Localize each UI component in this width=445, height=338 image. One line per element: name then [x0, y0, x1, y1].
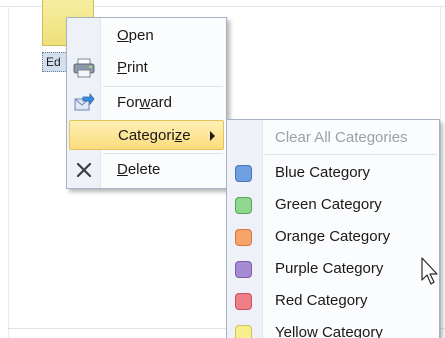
category-item-purple[interactable]: Purple Category	[227, 253, 439, 285]
clear-all-categories-label: Clear All Categories	[275, 129, 408, 146]
menu-item-categorize[interactable]: Categorize	[69, 120, 224, 150]
category-item-green-label: Green Category	[275, 196, 382, 213]
yellow-category-swatch-icon	[235, 325, 252, 338]
submenu-arrow-icon	[210, 131, 215, 141]
printer-icon	[69, 53, 99, 83]
menu-item-open[interactable]: Open	[69, 21, 224, 51]
open-icon-placeholder	[69, 21, 99, 51]
menu-separator	[103, 86, 223, 87]
menu-item-open-label: Open	[117, 27, 154, 44]
categorize-submenu: Clear All Categories Blue Category Green…	[226, 119, 440, 338]
menu-item-delete[interactable]: Delete	[69, 155, 224, 185]
window-right-border	[440, 6, 441, 338]
menu-item-forward-label: Forward	[117, 94, 173, 111]
category-item-red[interactable]: Red Category	[227, 285, 439, 317]
category-item-green[interactable]: Green Category	[227, 189, 439, 221]
blue-category-swatch-icon	[235, 165, 252, 182]
submenu-separator	[265, 154, 437, 155]
category-item-orange-label: Orange Category	[275, 228, 391, 245]
category-item-orange[interactable]: Orange Category	[227, 221, 439, 253]
categorize-icon-placeholder	[70, 120, 100, 150]
category-item-yellow[interactable]: Yellow Category	[227, 317, 439, 338]
red-category-swatch-icon	[235, 293, 252, 310]
window-left-border	[8, 6, 9, 338]
forward-icon	[69, 88, 99, 118]
category-item-yellow-label: Yellow Category	[275, 324, 383, 338]
clear-all-categories-item[interactable]: Clear All Categories	[227, 122, 439, 154]
menu-item-print[interactable]: Print	[69, 53, 224, 83]
purple-category-swatch-icon	[235, 261, 252, 278]
category-item-purple-label: Purple Category	[275, 260, 384, 277]
mouse-pointer-icon	[420, 256, 440, 286]
menu-item-categorize-label: Categorize	[118, 127, 191, 144]
menu-item-print-label: Print	[117, 59, 148, 76]
category-item-blue[interactable]: Blue Category	[227, 157, 439, 189]
delete-x-icon	[69, 155, 99, 185]
category-item-red-label: Red Category	[275, 292, 368, 309]
menu-item-forward[interactable]: Forward	[69, 88, 224, 118]
context-menu: Open Print Forward Categorize Delete	[66, 17, 227, 189]
category-item-blue-label: Blue Category	[275, 164, 371, 181]
orange-category-swatch-icon	[235, 229, 252, 246]
menu-separator	[103, 153, 223, 154]
menu-item-delete-label: Delete	[117, 161, 161, 178]
green-category-swatch-icon	[235, 197, 252, 214]
